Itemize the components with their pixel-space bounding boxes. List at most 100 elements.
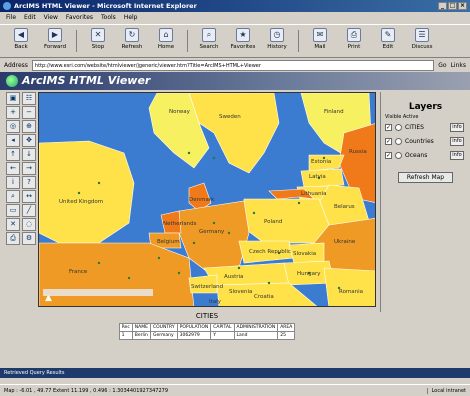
edit-button[interactable]: ✎ Edit — [371, 28, 405, 54]
mail-icon: ✉ — [313, 28, 327, 42]
column-header: CAPITAL — [210, 323, 235, 332]
country-label: Russia — [349, 149, 367, 155]
city-point[interactable] — [192, 241, 196, 245]
home-button[interactable]: ⌂ Home — [149, 28, 183, 54]
search-icon: ⌕ — [202, 28, 216, 42]
menu-file[interactable]: File — [6, 14, 16, 22]
go-button[interactable]: Go — [438, 62, 446, 69]
print-icon[interactable]: ⎙ — [6, 232, 20, 245]
city-point[interactable] — [237, 266, 241, 270]
table-cell: Y — [210, 331, 235, 340]
refresh-button[interactable]: ↻ Refresh — [115, 28, 149, 54]
country-label: France — [69, 269, 88, 275]
column-header: Rec — [118, 323, 133, 332]
country-label: Italy — [209, 299, 222, 305]
pan-icon[interactable]: ✥ — [22, 134, 36, 147]
links-button[interactable]: Links — [451, 62, 466, 69]
stop-button[interactable]: ✕ Stop — [81, 28, 115, 54]
favorites-button[interactable]: ★ Favorites — [226, 28, 260, 54]
history-button[interactable]: ◷ History — [260, 28, 294, 54]
toolbar-label: Discuss — [411, 44, 433, 50]
map-area[interactable]: Norway Sweden Finland Estonia Latvia Lithuani… — [38, 92, 376, 307]
city-point[interactable] — [297, 201, 301, 205]
refresh-map-button[interactable]: Refresh Map — [398, 172, 453, 183]
discuss-button[interactable]: ☰ Discuss — [405, 28, 439, 54]
legend-icon[interactable]: ☷ — [22, 92, 36, 105]
menu-edit[interactable]: Edit — [24, 14, 36, 22]
toolbar-label: Refresh — [121, 44, 143, 50]
city-point[interactable] — [267, 281, 271, 285]
minimize-button[interactable]: _ — [438, 2, 447, 10]
menu-view[interactable]: View — [44, 14, 58, 22]
maximize-button[interactable]: □ — [448, 2, 457, 10]
browser-status-bar: Map : -6.01 , 49.77 Extent 11.199 , 0.49… — [0, 384, 470, 396]
layer-info-button[interactable]: info — [450, 136, 464, 146]
city-point[interactable] — [127, 276, 131, 280]
measure-icon[interactable]: ↔ — [22, 190, 36, 203]
find-icon[interactable]: ⌕ — [6, 190, 20, 203]
visible-checkbox[interactable]: ✓ — [385, 137, 392, 145]
country-label: Slovakia — [293, 251, 316, 257]
set-units-icon[interactable]: ⚙ — [22, 232, 36, 245]
visible-checkbox[interactable]: ✓ — [385, 151, 392, 159]
mail-button[interactable]: ✉ Mail — [303, 28, 337, 54]
country-label: Ukraine — [334, 239, 356, 245]
city-point[interactable] — [97, 181, 101, 185]
city-point[interactable] — [177, 271, 181, 275]
query-icon[interactable]: ? — [22, 176, 36, 189]
city-point[interactable] — [77, 191, 81, 195]
clear-selection-icon[interactable]: ✕ — [6, 218, 20, 231]
city-point[interactable] — [97, 261, 101, 265]
active-radio[interactable] — [395, 151, 402, 159]
visible-checkbox[interactable]: ✓ — [385, 123, 392, 131]
pan-north-icon[interactable]: ↑ — [6, 148, 20, 161]
column-header: AREA — [277, 323, 296, 332]
toolbar-label: Search — [199, 44, 219, 50]
menu-tools[interactable]: Tools — [101, 14, 116, 22]
search-button[interactable]: ⌕ Search — [192, 28, 226, 54]
buffer-icon[interactable]: ◌ — [22, 218, 36, 231]
back-button[interactable]: ◀ Back — [4, 28, 38, 54]
edit-icon: ✎ — [381, 28, 395, 42]
city-point[interactable] — [212, 156, 216, 160]
print-button[interactable]: ⎙ Print — [337, 28, 371, 54]
country-label: Poland — [264, 219, 282, 225]
table-cell: 25 — [277, 331, 296, 340]
select-rect-icon[interactable]: ▭ — [6, 204, 20, 217]
active-radio[interactable] — [395, 137, 402, 145]
pan-south-icon[interactable]: ↓ — [22, 148, 36, 161]
city-point[interactable] — [212, 221, 216, 225]
active-radio[interactable] — [395, 123, 402, 131]
layer-name: CITIES — [405, 123, 424, 131]
city-point[interactable] — [227, 231, 231, 235]
column-header: ADMINISTRATION — [233, 323, 279, 332]
menu-favorites[interactable]: Favorites — [66, 14, 93, 22]
table-row[interactable]: 1 Berlin Germany 3062979 Y Land 25 — [118, 331, 296, 340]
toggle-overview-icon[interactable]: ▣ — [6, 92, 20, 105]
close-button[interactable]: × — [458, 2, 467, 10]
zoom-out-icon[interactable]: − — [22, 106, 36, 119]
stop-icon: ✕ — [91, 28, 105, 42]
zoom-active-icon[interactable]: ⊕ — [22, 120, 36, 133]
menu-help[interactable]: Help — [124, 14, 138, 22]
city-point[interactable] — [157, 256, 161, 260]
forward-button[interactable]: ▶ Forward — [38, 28, 72, 54]
identify-icon[interactable]: i — [6, 176, 20, 189]
favorites-icon: ★ — [236, 28, 250, 42]
pan-west-icon[interactable]: ← — [6, 162, 20, 175]
pan-east-icon[interactable]: → — [22, 162, 36, 175]
toolbar-label: Mail — [314, 44, 326, 50]
address-input[interactable]: http://www.esri.com/website/htmlviewer/j… — [31, 59, 435, 71]
back-extent-icon[interactable]: ◂ — [6, 134, 20, 147]
city-point[interactable] — [252, 211, 256, 215]
security-zone: Local intranet — [426, 387, 466, 394]
layers-panel: Layers Visible Active ✓ CITIES info ✓ Countr… — [380, 92, 470, 312]
zoom-in-icon[interactable]: + — [6, 106, 20, 119]
toolbar-label: Stop — [91, 44, 105, 50]
layer-info-button[interactable]: info — [450, 150, 464, 160]
select-line-icon[interactable]: ╱ — [22, 204, 36, 217]
city-point[interactable] — [187, 151, 191, 155]
country-label: Romania — [339, 289, 363, 295]
zoom-full-icon[interactable]: ◎ — [6, 120, 20, 133]
layer-info-button[interactable]: info — [450, 122, 464, 132]
